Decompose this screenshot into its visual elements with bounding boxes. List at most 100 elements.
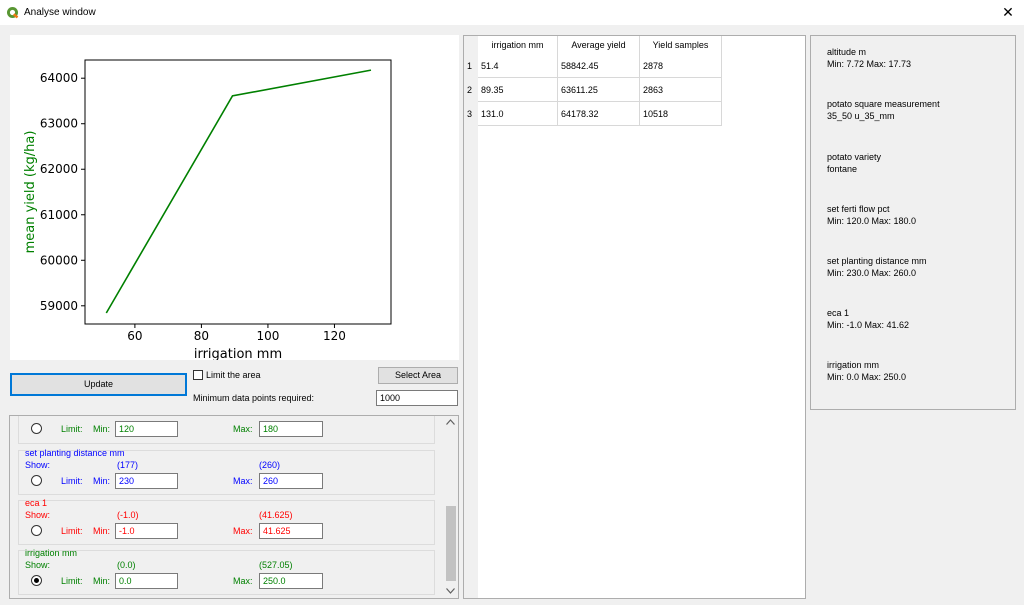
irrigation-radio[interactable] [31, 575, 42, 586]
filter-group-planting: set planting distance mm Show: (177) (26… [18, 448, 435, 495]
y-tick-label: 62000 [40, 162, 78, 176]
table-cell[interactable]: 89.35 [478, 78, 558, 102]
irrigation-show-label: Show: [25, 560, 51, 570]
eca-max-input[interactable]: 41.625 [259, 523, 323, 539]
y-tick-label: 59000 [40, 299, 78, 313]
info-title: potato square measurement [827, 99, 940, 109]
qgis-logo-icon [7, 7, 19, 19]
irrigation-limit-label: Limit: [61, 576, 83, 586]
series-line [105, 69, 372, 314]
chart-panel: 60 80 100 120 59000 60000 61000 62000 63000 64000… [10, 35, 459, 362]
scroll-down-icon[interactable] [446, 588, 455, 594]
y-axis-label: mean yield (kg/ha) [23, 131, 38, 254]
ferti-min-input[interactable]: 120 [115, 421, 178, 437]
ferti-min-label: Min: [93, 424, 111, 434]
eca-limit-label: Limit: [61, 526, 83, 536]
irrigation-max-label: Max: [233, 576, 253, 586]
row-header-column [464, 36, 478, 598]
info-title: set planting distance mm [827, 256, 927, 266]
table-cell[interactable]: 63611.25 [558, 78, 640, 102]
planting-min-input[interactable]: 230 [115, 473, 178, 489]
min-points-input[interactable]: 1000 [376, 390, 458, 406]
irrigation-max-input[interactable]: 250.0 [259, 573, 323, 589]
table-cell[interactable]: 58842.45 [558, 54, 640, 78]
info-title: set ferti flow pct [827, 204, 890, 214]
eca-show-label: Show: [25, 510, 51, 520]
irrigation-show-max: (527.05) [259, 560, 293, 570]
info-title: altitude m [827, 47, 867, 57]
update-button[interactable]: Update [10, 373, 187, 396]
info-detail: Min: 230.0 Max: 260.0 [827, 268, 917, 278]
x-tick-label: 100 [256, 329, 279, 343]
limit-area-checkbox[interactable] [193, 370, 203, 380]
scroll-up-icon[interactable] [446, 419, 455, 425]
info-item: set planting distance mm Min: 230.0 Max:… [827, 255, 927, 279]
row-number[interactable]: 2 [467, 85, 472, 95]
table-cell[interactable]: 51.4 [478, 54, 558, 78]
info-detail: Min: -1.0 Max: 41.62 [827, 320, 910, 330]
info-detail: Min: 7.72 Max: 17.73 [827, 59, 912, 69]
ferti-max-input[interactable]: 180 [259, 421, 323, 437]
table-cell[interactable]: 10518 [640, 102, 722, 126]
x-tick-label: 120 [323, 329, 346, 343]
y-tick-label: 60000 [40, 253, 78, 267]
irrigation-name: irrigation mm [25, 548, 78, 558]
title-bar: Analyse window ✕ [0, 0, 1024, 25]
filter-scroll-panel[interactable]: Limit: Min: 120 Max: 180 set planting di… [9, 415, 459, 599]
eca-min-label: Min: [93, 526, 111, 536]
planting-name: set planting distance mm [25, 448, 125, 458]
yield-chart: 60 80 100 120 59000 60000 61000 62000 63000 64000… [23, 59, 392, 362]
row-number[interactable]: 1 [467, 61, 472, 71]
column-header[interactable]: irrigation mm [478, 36, 558, 54]
close-button[interactable]: ✕ [998, 2, 1018, 22]
info-title: potato variety [827, 152, 882, 162]
planting-max-input[interactable]: 260 [259, 473, 323, 489]
info-detail: Min: 120.0 Max: 180.0 [827, 216, 917, 226]
planting-show-min: (177) [117, 460, 139, 470]
results-table: irrigation mm Average yield Yield sample… [463, 35, 806, 599]
eca-min-input[interactable]: -1.0 [115, 523, 178, 539]
min-points-label: Minimum data points required: [193, 393, 315, 403]
column-header[interactable]: Yield samples [640, 36, 722, 54]
info-item: irrigation mm Min: 0.0 Max: 250.0 [827, 359, 906, 383]
table-cell[interactable]: 64178.32 [558, 102, 640, 126]
eca-show-min: (-1.0) [117, 510, 139, 520]
select-area-button[interactable]: Select Area [378, 367, 458, 384]
planting-show-label: Show: [25, 460, 51, 470]
filter-group-irrigation: irrigation mm Show: (0.0) (527.05) Limit… [18, 548, 435, 595]
info-title: eca 1 [827, 308, 850, 318]
irrigation-show-min: (0.0) [117, 560, 136, 570]
y-tick-label: 63000 [40, 117, 78, 131]
table-cell[interactable]: 2863 [640, 78, 722, 102]
table-cell[interactable]: 131.0 [478, 102, 558, 126]
info-title: irrigation mm [827, 360, 880, 370]
plot-frame [84, 59, 392, 325]
irrigation-min-input[interactable]: 0.0 [115, 573, 178, 589]
eca-radio[interactable] [31, 525, 42, 536]
info-detail: fontane [827, 164, 858, 174]
irrigation-min-label: Min: [93, 576, 111, 586]
table-cell[interactable]: 2878 [640, 54, 722, 78]
info-detail: 35_50 u_35_mm [827, 111, 895, 121]
column-header[interactable]: Average yield [558, 36, 640, 54]
filter-group-ferti: Limit: Min: 120 Max: 180 [18, 416, 435, 444]
radio-selected-dot [34, 578, 39, 583]
ferti-radio[interactable] [31, 423, 42, 434]
eca-max-label: Max: [233, 526, 253, 536]
info-item: altitude m Min: 7.72 Max: 17.73 [827, 46, 911, 70]
planting-radio[interactable] [31, 475, 42, 486]
info-item: eca 1 Min: -1.0 Max: 41.62 [827, 307, 909, 331]
info-item: potato variety fontane [827, 151, 881, 175]
scroll-thumb[interactable] [446, 506, 456, 581]
info-detail: Min: 0.0 Max: 250.0 [827, 372, 907, 382]
planting-min-label: Min: [93, 476, 111, 486]
filter-group-eca: eca 1 Show: (-1.0) (41.625) Limit: Min: … [18, 498, 435, 545]
planting-show-max: (260) [259, 460, 281, 470]
x-tick-label: 60 [127, 329, 142, 343]
info-item: potato square measurement 35_50 u_35_mm [827, 98, 940, 122]
ferti-limit-label: Limit: [61, 424, 83, 434]
row-number[interactable]: 3 [467, 109, 472, 119]
window-title: Analyse window [24, 7, 96, 18]
eca-name: eca 1 [25, 498, 48, 508]
y-tick-label: 61000 [40, 208, 78, 222]
